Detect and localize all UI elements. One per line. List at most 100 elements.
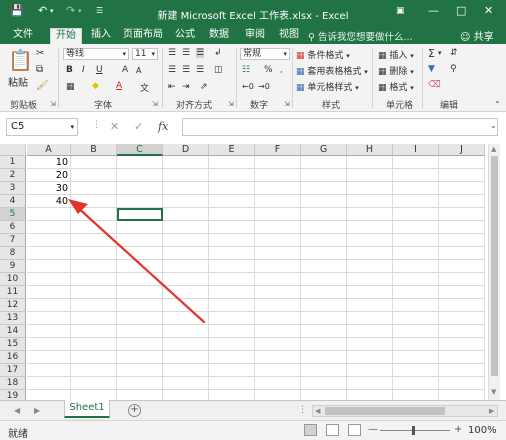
row-header[interactable]: 3 [0, 182, 26, 195]
cell[interactable] [393, 377, 439, 390]
column-header[interactable]: A [27, 144, 71, 156]
scroll-down-icon[interactable]: ▼ [491, 388, 496, 396]
cell[interactable] [71, 364, 117, 377]
format-painter-icon[interactable]: 🖌 [36, 80, 49, 91]
cell[interactable] [117, 299, 163, 312]
row-header[interactable]: 2 [0, 169, 26, 182]
cell[interactable] [393, 312, 439, 325]
conditional-formatting-button[interactable]: ▦ 条件格式 ▾ [296, 48, 350, 61]
cell[interactable] [27, 312, 71, 325]
cell[interactable] [347, 325, 393, 338]
cell[interactable] [117, 364, 163, 377]
cell[interactable] [163, 364, 209, 377]
paste-button[interactable]: 粘贴 [8, 74, 28, 89]
insert-function-icon[interactable]: fx [158, 120, 168, 133]
cell[interactable] [71, 234, 117, 247]
cell[interactable] [301, 364, 347, 377]
comma-style-icon[interactable]: , [280, 65, 283, 74]
number-launcher-icon[interactable]: ⇲ [284, 100, 290, 108]
vertical-scrollbar[interactable]: ▲ ▼ [488, 144, 500, 400]
tab-page-layout[interactable]: 页面布局 [120, 28, 166, 44]
cell[interactable] [393, 364, 439, 377]
border-icon[interactable]: ▦ [66, 82, 75, 92]
cell[interactable] [71, 377, 117, 390]
cell[interactable] [347, 312, 393, 325]
cell[interactable] [117, 156, 163, 169]
fill-color-icon[interactable]: ◆ [92, 81, 99, 91]
font-size-select[interactable]: 11 ▾ [132, 48, 158, 60]
cell[interactable] [347, 377, 393, 390]
decrease-decimal-icon[interactable]: →0 [258, 82, 270, 91]
cell[interactable] [27, 377, 71, 390]
cell[interactable] [71, 208, 117, 221]
add-sheet-button[interactable]: + [128, 404, 141, 417]
column-header[interactable]: I [393, 144, 439, 156]
tab-insert[interactable]: 插入 [86, 28, 116, 44]
expand-formula-bar-icon[interactable]: ⌄ [490, 121, 497, 130]
cell[interactable] [209, 182, 255, 195]
cell[interactable] [439, 377, 485, 390]
tab-formulas[interactable]: 公式 [170, 28, 200, 44]
enter-icon[interactable]: ✓ [134, 120, 143, 133]
cell[interactable] [301, 169, 347, 182]
tab-split-handle-icon[interactable]: ⋮ [298, 405, 307, 415]
chevron-down-icon[interactable]: ▾ [438, 49, 442, 57]
row-header[interactable]: 19 [0, 390, 26, 400]
maximize-icon[interactable]: □ [456, 4, 466, 17]
autosum-button[interactable]: Σ [428, 47, 435, 60]
cell[interactable] [393, 325, 439, 338]
cell[interactable] [27, 260, 71, 273]
cell[interactable] [393, 234, 439, 247]
cell[interactable] [439, 273, 485, 286]
cell[interactable] [439, 364, 485, 377]
cell[interactable] [347, 221, 393, 234]
cell[interactable] [301, 260, 347, 273]
cell[interactable] [163, 195, 209, 208]
cell[interactable] [439, 156, 485, 169]
row-header[interactable]: 13 [0, 312, 26, 325]
horizontal-scroll-thumb[interactable] [325, 407, 445, 415]
cell[interactable] [439, 221, 485, 234]
increase-font-button[interactable]: A [122, 65, 128, 75]
cell[interactable] [347, 260, 393, 273]
font-name-select[interactable]: 等线 ▾ [63, 48, 129, 60]
cell[interactable] [71, 325, 117, 338]
cell[interactable] [393, 156, 439, 169]
cell[interactable] [347, 299, 393, 312]
wrap-text-icon[interactable]: ↲ [214, 48, 222, 58]
cell[interactable] [301, 156, 347, 169]
cell[interactable]: 10 [27, 156, 71, 169]
cell[interactable] [255, 390, 301, 400]
cell[interactable] [163, 260, 209, 273]
row-header[interactable]: 18 [0, 377, 26, 390]
zoom-level[interactable]: 100% [468, 425, 497, 436]
ribbon-display-options-icon[interactable]: ▣ [396, 6, 405, 16]
cell[interactable] [71, 156, 117, 169]
cell[interactable] [301, 273, 347, 286]
cell[interactable] [209, 195, 255, 208]
row-header[interactable]: 5 [0, 208, 26, 221]
sort-filter-icon[interactable]: ⇵ [450, 48, 458, 58]
cell-styles-button[interactable]: ▦ 单元格样式 ▾ [296, 80, 359, 93]
cell[interactable] [117, 273, 163, 286]
active-cell[interactable] [117, 208, 163, 221]
cell[interactable] [163, 221, 209, 234]
scroll-left-icon[interactable]: ◀ [315, 407, 320, 415]
cell[interactable] [255, 260, 301, 273]
cell[interactable] [255, 286, 301, 299]
name-box[interactable]: C5 ▾ [6, 118, 78, 136]
row-header[interactable]: 11 [0, 286, 26, 299]
cell[interactable] [393, 169, 439, 182]
cell[interactable] [255, 156, 301, 169]
increase-decimal-icon[interactable]: ←0 [242, 82, 254, 91]
row-header[interactable]: 9 [0, 260, 26, 273]
cell[interactable] [255, 195, 301, 208]
row-header[interactable]: 17 [0, 364, 26, 377]
next-sheet-icon[interactable]: ▶ [34, 406, 40, 415]
cell[interactable] [393, 260, 439, 273]
cell[interactable] [301, 182, 347, 195]
cell[interactable] [255, 182, 301, 195]
cell[interactable] [347, 364, 393, 377]
align-top-icon[interactable]: ☰ [168, 48, 176, 58]
cell[interactable] [71, 299, 117, 312]
